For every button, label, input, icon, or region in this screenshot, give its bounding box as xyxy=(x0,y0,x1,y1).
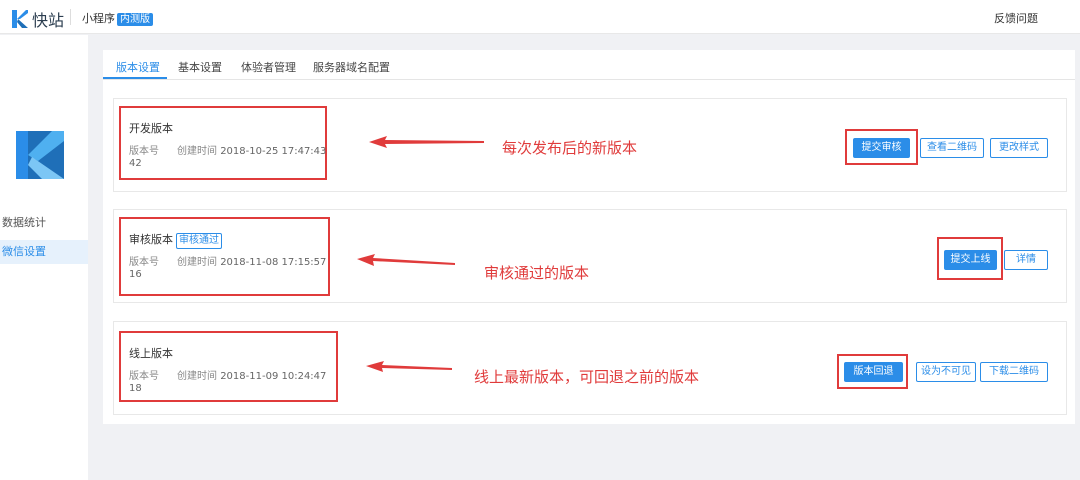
created-label: 创建时间 xyxy=(177,257,217,268)
tab-tester-management[interactable]: 体验者管理 xyxy=(241,59,296,75)
logo[interactable]: 快站 xyxy=(12,7,64,31)
created-time: 2018-11-09 10:24:47 xyxy=(220,371,327,382)
active-tab-indicator xyxy=(103,77,167,79)
annotation-note: 线上最新版本，可回退之前的版本 xyxy=(474,368,700,386)
arrow-icon xyxy=(357,254,455,266)
logo-text: 快站 xyxy=(32,11,65,30)
view-qrcode-button[interactable]: 查看二维码 xyxy=(920,138,984,158)
arrow-icon xyxy=(366,361,452,372)
k-logo-icon xyxy=(12,10,28,28)
created-time: 2018-11-08 17:15:57 xyxy=(220,257,327,268)
version-label: 版本号 xyxy=(129,146,159,157)
sidebar-item-stats[interactable]: 数据统计 xyxy=(0,211,88,235)
version-meta: 版本号 创建时间 2018-10-25 17:47:43 xyxy=(129,142,326,157)
version-number: 16 xyxy=(129,269,142,280)
dev-version-card: 开发版本 版本号 创建时间 2018-10-25 17:47:43 42 每次发布… xyxy=(113,98,1067,192)
annotation-note: 审核通过的版本 xyxy=(484,264,590,282)
version-meta: 版本号 创建时间 2018-11-08 17:15:57 xyxy=(129,253,326,268)
created-time: 2018-10-25 17:47:43 xyxy=(220,146,327,157)
k-logo-large-icon xyxy=(16,131,64,179)
annotation-box: 线上版本 版本号 创建时间 2018-11-09 10:24:47 18 xyxy=(119,331,338,402)
tab-server-domain[interactable]: 服务器域名配置 xyxy=(313,59,390,75)
version-label: 版本号 xyxy=(129,371,159,382)
created-label: 创建时间 xyxy=(177,371,217,382)
divider xyxy=(70,9,71,25)
version-label: 版本号 xyxy=(129,257,159,268)
tab-basic-settings[interactable]: 基本设置 xyxy=(178,59,222,75)
submit-online-button[interactable]: 提交上线 xyxy=(944,250,997,270)
sidebar: 数据统计 微信设置 xyxy=(0,35,88,480)
tab-bar: 版本设置 基本设置 体验者管理 服务器域名配置 xyxy=(103,50,1075,80)
version-meta: 版本号 创建时间 2018-11-09 10:24:47 xyxy=(129,367,326,382)
app-label-text: 小程序 xyxy=(82,12,115,25)
version-title: 线上版本 xyxy=(129,347,173,360)
beta-badge: 内测版 xyxy=(117,13,153,26)
arrow-icon xyxy=(369,136,484,148)
submit-review-button[interactable]: 提交审核 xyxy=(853,138,910,158)
approved-badge: 审核通过 xyxy=(176,233,222,249)
change-style-button[interactable]: 更改样式 xyxy=(990,138,1048,158)
version-number: 18 xyxy=(129,383,142,394)
download-qrcode-button[interactable]: 下载二维码 xyxy=(980,362,1048,382)
version-title: 开发版本 xyxy=(129,122,173,135)
app-label: 小程序 内测版 xyxy=(82,10,153,26)
review-version-card: 审核版本 审核通过 版本号 创建时间 2018-11-08 17:15:57 16 … xyxy=(113,209,1067,303)
details-button[interactable]: 详情 xyxy=(1004,250,1048,270)
version-title: 审核版本 xyxy=(129,233,173,246)
version-rollback-button[interactable]: 版本回退 xyxy=(844,362,903,382)
annotation-box: 审核版本 审核通过 版本号 创建时间 2018-11-08 17:15:57 16 xyxy=(119,217,330,296)
tab-version-settings[interactable]: 版本设置 xyxy=(116,59,160,75)
annotation-note: 每次发布后的新版本 xyxy=(502,139,638,157)
version-number: 42 xyxy=(129,158,142,169)
main-panel: 版本设置 基本设置 体验者管理 服务器域名配置 开发版本 版本号 创建时间 201… xyxy=(103,50,1075,424)
feedback-link[interactable]: 反馈问题 xyxy=(994,10,1038,26)
version-title-row: 审核版本 审核通过 xyxy=(129,231,222,249)
top-bar: 快站 小程序 内测版 反馈问题 xyxy=(0,0,1080,34)
online-version-card: 线上版本 版本号 创建时间 2018-11-09 10:24:47 18 线上最新… xyxy=(113,321,1067,415)
created-label: 创建时间 xyxy=(177,146,217,157)
annotation-box: 开发版本 版本号 创建时间 2018-10-25 17:47:43 42 xyxy=(119,106,327,180)
sidebar-item-wechat-settings[interactable]: 微信设置 xyxy=(0,240,88,264)
set-invisible-button[interactable]: 设为不可见 xyxy=(916,362,976,382)
